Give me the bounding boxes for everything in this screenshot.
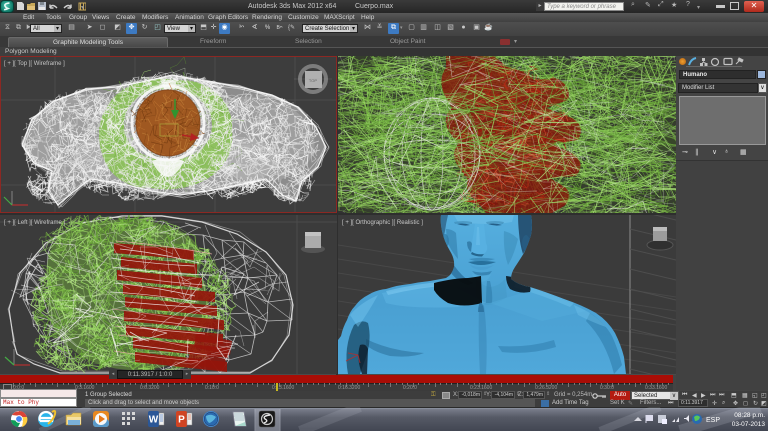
svg-text:ESP: ESP [706, 417, 720, 424]
svg-text:[ + ][ Top ][ Wireframe ]: [ + ][ Top ][ Wireframe ] [4, 61, 65, 67]
svg-text:[ + ][ Left ][ Wireframe ]: [ + ][ Left ][ Wireframe ] [4, 220, 66, 226]
svg-text:[ + ][ Orthographic ][ Realist: [ + ][ Orthographic ][ Realistic ] [342, 220, 423, 226]
svg-text:P: P [178, 415, 185, 426]
svg-text:W: W [149, 415, 159, 426]
svg-text:03-07-2013: 03-07-2013 [732, 421, 766, 428]
svg-text:08:28 p.m.: 08:28 p.m. [734, 412, 765, 419]
